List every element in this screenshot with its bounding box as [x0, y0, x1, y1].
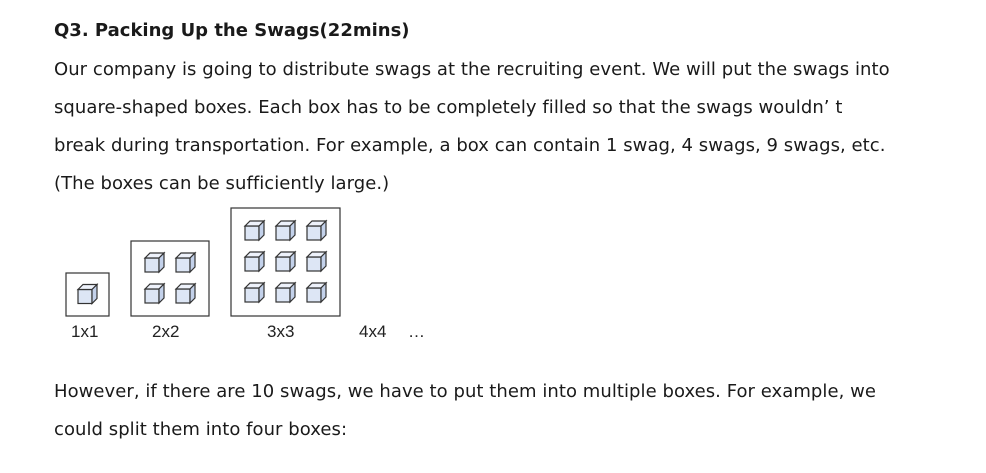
box-frame-2x2	[130, 240, 210, 317]
box-label-1x1: 1x1	[71, 322, 99, 341]
paragraph-line-3: break during transportation. For example…	[54, 135, 886, 156]
cube-icon	[305, 281, 328, 304]
paragraph-line-4: (The boxes can be sufficiently large.)	[54, 173, 390, 194]
box-label-4x4: 4x4	[359, 322, 387, 341]
cube-icon	[274, 281, 297, 304]
cube-icon	[243, 250, 266, 273]
cube-icon	[274, 219, 297, 242]
cube-icon	[305, 219, 328, 242]
cube-icon	[174, 251, 197, 274]
paragraph-line-6: could split them into four boxes:	[54, 419, 348, 440]
paragraph-line-1: Our company is going to distribute swags…	[54, 59, 890, 80]
paragraph-line-2: square-shaped boxes. Each box has to be …	[54, 97, 843, 118]
ellipsis: …	[408, 322, 425, 341]
boxes-figure	[65, 207, 341, 317]
cube-icon	[143, 282, 166, 305]
cube-icon	[76, 283, 99, 305]
cube-icon	[174, 282, 197, 305]
box-label-2x2: 2x2	[152, 322, 180, 341]
paragraph-line-5: However, if there are 10 swags, we have …	[54, 381, 877, 402]
cube-icon	[274, 250, 297, 273]
cube-icon	[243, 281, 266, 304]
box-label-3x3: 3x3	[267, 322, 295, 341]
question-title: Q3. Packing Up the Swags(22mins)	[54, 20, 410, 41]
cube-icon	[305, 250, 328, 273]
cube-icon	[243, 219, 266, 242]
cube-icon	[143, 251, 166, 274]
